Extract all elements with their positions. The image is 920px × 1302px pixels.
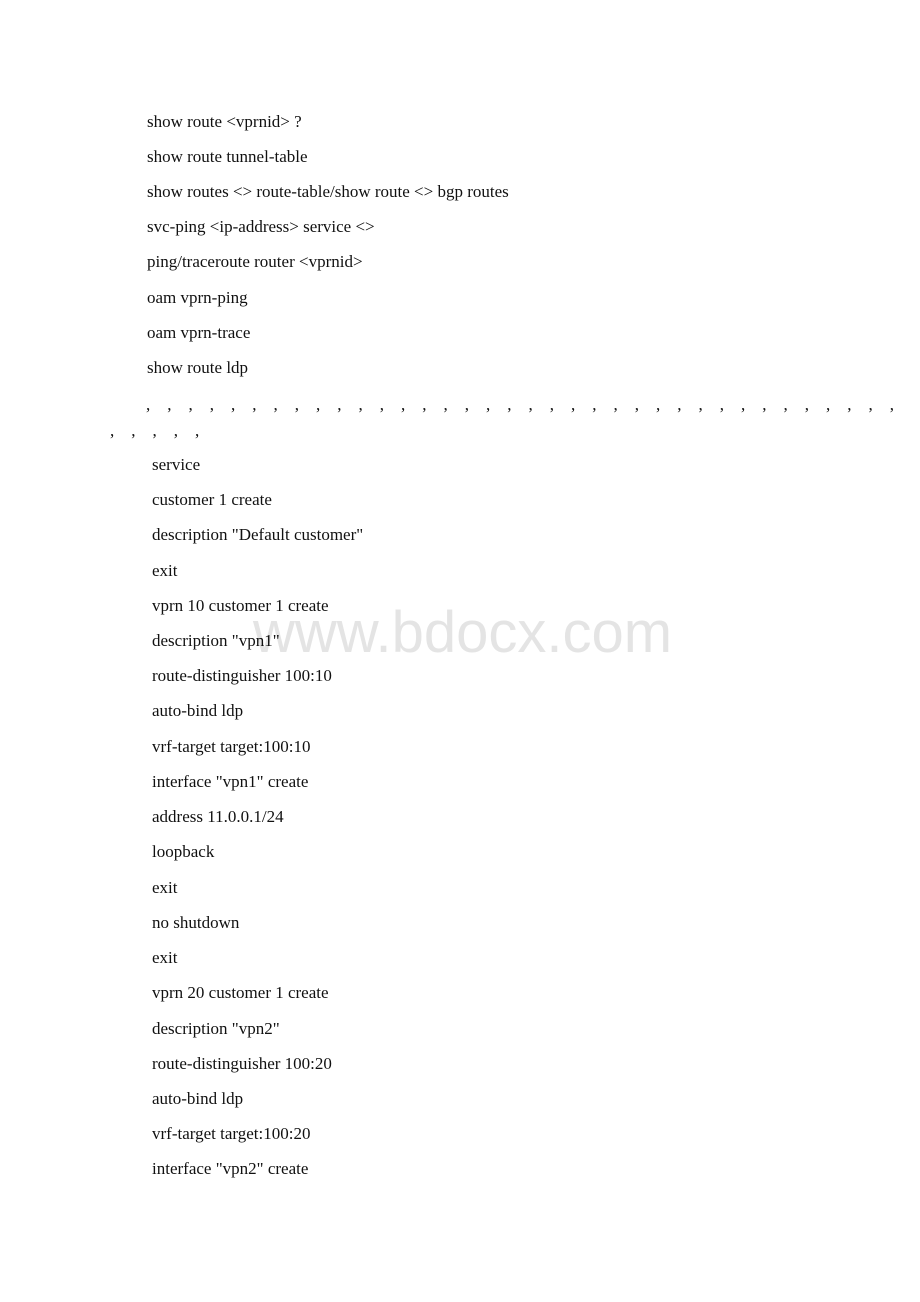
config-line: route-distinguisher 100:10 (152, 666, 332, 685)
config-line: exit (152, 878, 178, 897)
config-line: interface "vpn1" create (152, 772, 309, 791)
config-line: interface "vpn2" create (152, 1159, 309, 1178)
punctuation-row: , , , , , (110, 421, 200, 440)
config-line: vrf-target target:100:10 (152, 737, 311, 756)
config-line: description "vpn2" (152, 1019, 280, 1038)
config-line: auto-bind ldp (152, 701, 244, 720)
command-line: oam vprn-ping (147, 288, 248, 307)
command-line: show route ldp (147, 358, 249, 377)
config-line: auto-bind ldp (152, 1089, 244, 1108)
config-line: loopback (152, 842, 215, 861)
command-line: oam vprn-trace (147, 323, 251, 342)
config-line: description "vpn1" (152, 631, 280, 650)
config-line: route-distinguisher 100:20 (152, 1054, 332, 1073)
command-line: show route tunnel-table (147, 147, 308, 166)
config-line: no shutdown (152, 913, 240, 932)
config-line: exit (152, 561, 178, 580)
config-line: description "Default customer" (152, 525, 364, 544)
config-line: vprn 20 customer 1 create (152, 983, 329, 1002)
command-line: show route <vprnid> ? (147, 112, 302, 131)
config-line: service (152, 455, 201, 474)
config-line: vprn 10 customer 1 create (152, 596, 329, 615)
config-line: customer 1 create (152, 490, 272, 509)
document-page: www.bdocx.com show route <vprnid> ? show… (0, 0, 920, 1302)
config-line: exit (152, 948, 178, 967)
command-line: show routes <> route-table/show route <>… (147, 182, 509, 201)
punctuation-row: , , , , , , , , , , , , , , , , , , , , … (146, 395, 894, 414)
config-line: vrf-target target:100:20 (152, 1124, 311, 1143)
command-line: svc-ping <ip-address> service <> (147, 217, 375, 236)
config-line: address 11.0.0.1/24 (152, 807, 284, 826)
command-line: ping/traceroute router <vprnid> (147, 252, 363, 271)
